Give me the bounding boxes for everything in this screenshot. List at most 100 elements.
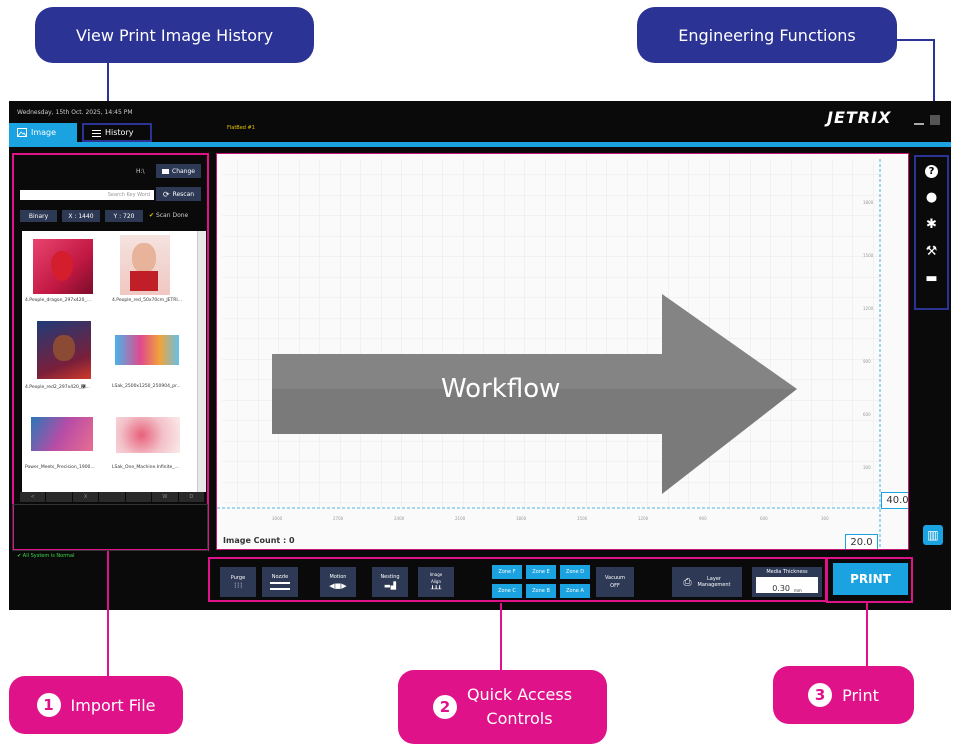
print-button[interactable]: PRINT <box>833 563 908 595</box>
portrait-hair <box>130 271 158 291</box>
check-icon: ✔ <box>149 212 155 219</box>
list-icon <box>92 129 101 137</box>
y-tick-label: 1800 <box>863 200 874 205</box>
file-name[interactable]: Power_Meets_Precision_1900... <box>25 465 95 470</box>
engineering-functions-bar: ? ● ✱ ⚒ ▬ <box>914 155 949 310</box>
close-button[interactable] <box>930 115 940 125</box>
nesting-button[interactable]: Nesting ▬▟ <box>372 567 408 597</box>
motion-label: Motion <box>329 574 347 580</box>
quick-connector <box>500 603 502 670</box>
thumbnail[interactable] <box>31 417 93 451</box>
x-tick-label: 2100 <box>455 516 466 521</box>
callout-engineering-label: Engineering Functions <box>678 25 856 45</box>
thumbnail[interactable] <box>116 417 180 453</box>
callout-quick-line1: Quick Access <box>466 685 573 704</box>
media-thickness-input[interactable]: 0.30 mm <box>756 577 818 593</box>
pager-slot[interactable]: W <box>152 492 178 502</box>
trash-icon[interactable]: ▥ <box>923 525 943 545</box>
user-icon[interactable]: ● <box>926 190 937 205</box>
image-align-button[interactable]: Image Align ┸┸┸ <box>418 567 454 597</box>
bed-offset-value[interactable]: 20.0 <box>845 534 878 549</box>
file-name[interactable]: 4.People_red2_297x420_࿤... <box>25 384 90 390</box>
x-tick-label: 2400 <box>394 516 405 521</box>
zone-b-button[interactable]: Zone B <box>526 584 556 598</box>
callout-import-label: Import File <box>70 695 156 715</box>
refresh-icon: ⟳ <box>162 189 170 199</box>
import-file-panel: H:\ Change Search Key Word ⟳ Rescan Bina… <box>12 153 209 551</box>
jetrix-logo: JETRIX <box>827 108 892 127</box>
pager-slot[interactable] <box>99 492 125 502</box>
layer-management-button[interactable]: ⎙ Layer Management <box>672 567 742 597</box>
app-window: Wednesday, 15th Oct. 2025, 14:45 PM JETR… <box>9 101 951 610</box>
bed-icon[interactable]: ▬ <box>925 271 937 286</box>
search-input[interactable]: Search Key Word <box>20 190 154 200</box>
x-res-label: X : 1440 <box>68 212 94 220</box>
file-list-scrollbar[interactable] <box>197 231 206 492</box>
file-name[interactable]: 4.People_red_50x70cm_JETRI... <box>112 298 182 303</box>
bed-grid: 3000 2700 2400 2100 1800 1500 1200 900 600 300 18… <box>217 159 908 549</box>
pager-slot[interactable] <box>46 492 72 502</box>
file-list-pager: < X W D <box>20 492 204 502</box>
image-icon <box>17 128 27 137</box>
thumbnail[interactable] <box>37 321 91 379</box>
callout-quick-access: 2 Quick Access Controls <box>398 670 607 744</box>
minimize-button[interactable] <box>914 115 924 125</box>
callout-quick-line2: Controls <box>486 709 553 728</box>
thumbnail[interactable] <box>115 335 179 365</box>
flatbed-label: FlatBed #1 <box>227 125 255 131</box>
layer-management-text: Layer Management <box>698 576 731 588</box>
change-label: Change <box>172 167 195 175</box>
file-name[interactable]: 4.People_dragon_297x420_... <box>25 298 91 303</box>
purge-icon: ┆┆┆ <box>233 583 243 589</box>
workflow-label: Workflow <box>441 374 561 404</box>
y-tick-label: 300 <box>863 465 871 470</box>
thumbnail[interactable] <box>120 235 170 295</box>
motion-button[interactable]: Motion ◀■▶ <box>320 567 356 597</box>
thumbnail[interactable] <box>33 239 93 294</box>
purge-button[interactable]: Purge ┆┆┆ <box>220 567 256 597</box>
zone-c-button[interactable]: Zone C <box>492 584 522 598</box>
y-tick-label: 1200 <box>863 306 874 311</box>
x-tick-label: 2700 <box>333 516 344 521</box>
bed-height-value[interactable]: 40.0 <box>881 492 908 509</box>
y-tick-label: 1500 <box>863 253 874 258</box>
file-thumbnail-list: 4.People_dragon_297x420_... 4.People_red… <box>22 231 206 492</box>
portrait-face <box>132 243 156 273</box>
image-count: Image Count : 0 <box>223 536 295 545</box>
tab-image[interactable]: Image <box>9 123 77 142</box>
callout-history-label: View Print Image History <box>75 25 274 45</box>
pager-slot[interactable]: X <box>72 492 99 502</box>
pager-prev[interactable]: < <box>20 492 46 502</box>
print-bed-canvas[interactable]: 3000 2700 2400 2100 1800 1500 1200 900 600 300 18… <box>216 153 909 550</box>
scan-done-label: Scan Done <box>155 212 189 219</box>
zone-f-button[interactable]: Zone F <box>492 565 522 579</box>
file-name[interactable]: LSak_2500x1250_250904_pr... <box>112 384 181 389</box>
rescan-button[interactable]: ⟳ Rescan <box>156 187 201 201</box>
y-resolution: Y : 720 <box>105 210 143 222</box>
help-icon[interactable]: ? <box>925 165 938 178</box>
pager-slot[interactable]: D <box>178 492 204 502</box>
vacuum-button[interactable]: Vacuum OFF <box>596 567 634 597</box>
nozzle-icon <box>270 582 290 590</box>
zone-a-button[interactable]: Zone A <box>560 584 590 598</box>
wrench-icon[interactable]: ⚒ <box>926 244 938 259</box>
strawberry-shape <box>51 251 73 281</box>
import-connector <box>107 551 109 676</box>
gear-icon[interactable]: ✱ <box>926 217 937 232</box>
zone-e-button[interactable]: Zone E <box>526 565 556 579</box>
folder-icon <box>162 168 169 174</box>
quick-access-controls: Purge ┆┆┆ Nozzle Motion ◀■▶ Nesting ▬▟ I… <box>208 557 827 602</box>
x-tick-label: 1800 <box>516 516 527 521</box>
media-thickness-value: 0.30 <box>772 584 790 593</box>
pager-slot[interactable] <box>125 492 152 502</box>
binary-button[interactable]: Binary <box>20 210 57 222</box>
tab-history[interactable]: History <box>82 123 152 142</box>
x-tick-label: 1500 <box>577 516 588 521</box>
media-thickness-label: Media Thickness <box>766 569 808 575</box>
datetime-label: Wednesday, 15th Oct. 2025, 14:45 PM <box>17 109 133 116</box>
nozzle-button[interactable]: Nozzle <box>262 567 298 597</box>
file-name[interactable]: LSak_One_Machine.Infinite_... <box>112 465 179 470</box>
change-folder-button[interactable]: Change <box>156 164 201 178</box>
portrait-face <box>53 335 75 361</box>
zone-d-button[interactable]: Zone D <box>560 565 590 579</box>
